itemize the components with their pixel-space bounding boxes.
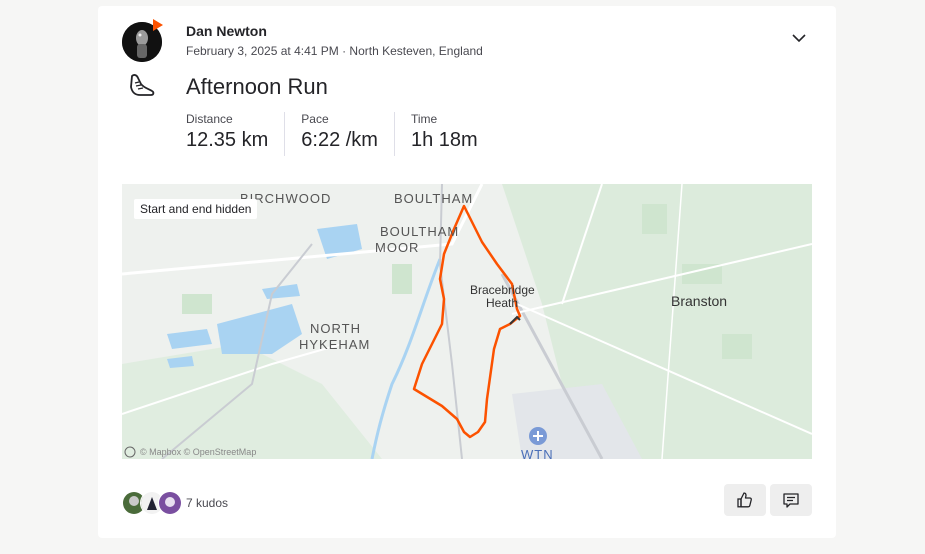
kudos-summary[interactable]: 7 kudos [122, 491, 228, 515]
give-kudos-button[interactable] [724, 484, 766, 516]
athlete-name[interactable]: Dan Newton [186, 23, 267, 39]
subscriber-badge-icon [151, 18, 165, 32]
running-shoe-icon [128, 72, 156, 98]
map-attribution: © Mapbox © OpenStreetMap [140, 447, 256, 457]
place-label: MOOR [375, 240, 419, 255]
stat-pace: Pace 6:22 /km [301, 112, 395, 156]
stat-label: Pace [301, 112, 329, 126]
place-label: Bracebridge [470, 283, 535, 297]
stat-time: Time 1h 18m [411, 112, 494, 156]
activity-card: Dan Newton February 3, 2025 at 4:41 PM ·… [98, 6, 836, 538]
place-label: Branston [671, 293, 727, 309]
stat-value: 1h 18m [410, 129, 478, 151]
thumbs-up-icon [737, 492, 752, 508]
avatar[interactable] [158, 491, 182, 515]
stat-value: 6:22 /km [301, 129, 378, 151]
place-label: BOULTHAM [380, 224, 459, 239]
route-map[interactable]: BIRCHWOOD BOULTHAM BOULTHAM MOOR Bracebr… [122, 184, 812, 459]
place-label: WTN [521, 447, 554, 459]
chevron-down-icon[interactable] [790, 29, 808, 47]
stat-distance: Distance 12.35 km [186, 112, 286, 156]
activity-title[interactable]: Afternoon Run [186, 74, 328, 100]
stat-value: 12.35 km [186, 129, 269, 151]
place-label: NORTH [310, 321, 361, 336]
stat-label: Distance [186, 112, 233, 126]
comment-icon [783, 493, 799, 508]
airport-icon [529, 427, 547, 445]
kudos-count[interactable]: 7 kudos [186, 496, 228, 510]
activity-meta: February 3, 2025 at 4:41 PM · North Kest… [186, 44, 483, 58]
place-label: Heath [486, 296, 518, 310]
place-label: HYKEHAM [299, 337, 370, 352]
place-label: BOULTHAM [394, 191, 473, 206]
activity-stats: Distance 12.35 km Pace 6:22 /km Time 1h … [186, 112, 510, 156]
comment-button[interactable] [770, 484, 812, 516]
privacy-label: Start and end hidden [134, 199, 258, 219]
stat-label: Time [410, 112, 438, 126]
